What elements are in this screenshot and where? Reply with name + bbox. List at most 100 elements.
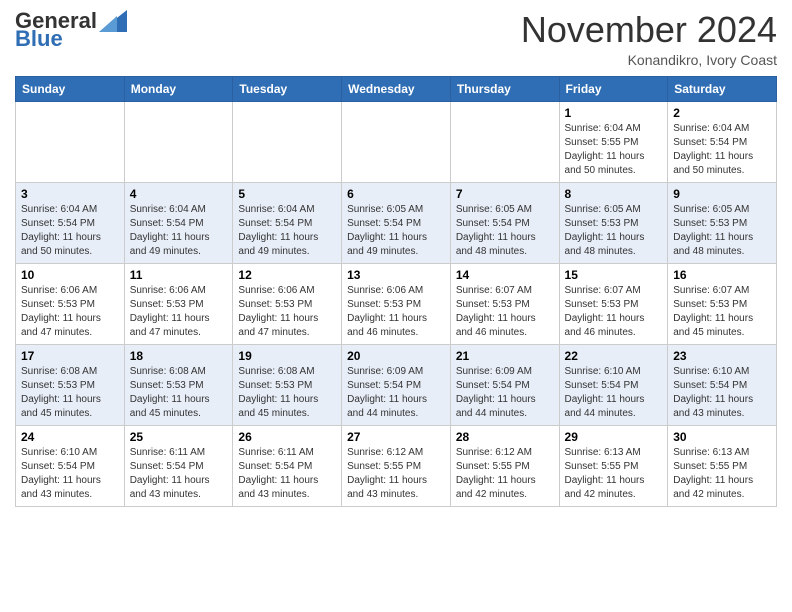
calendar-cell: 15Sunrise: 6:07 AM Sunset: 5:53 PM Dayli… (559, 263, 668, 344)
calendar-cell: 5 Sunrise: 6:04 AM Sunset: 5:54 PM Daylig… (233, 182, 342, 263)
calendar-cell: 28 Sunrise: 6:12 AM Sunset: 5:55 PM Dayli… (450, 425, 559, 506)
day-info: Sunrise: 6:10 AM Sunset: 5:54 PM Dayligh… (673, 365, 771, 421)
day-number: 3 (21, 187, 119, 201)
day-number: 4 (130, 187, 228, 201)
day-info: Sunrise: 6:05 AM Sunset: 5:53 PM Dayligh… (673, 203, 771, 259)
calendar-cell: 14 Sunrise: 6:07 AM Sunset: 5:53 PM Dayli… (450, 263, 559, 344)
day-number: 7 (456, 187, 554, 201)
day-info: Sunrise: 6:08 AM Sunset: 5:53 PM Dayligh… (238, 365, 336, 421)
calendar-cell: 24Sunrise: 6:10 AM Sunset: 5:54 PM Dayli… (16, 425, 125, 506)
calendar-cell: 22 Sunrise: 6:10 AM Sunset: 5:54 PM Dayli… (559, 344, 668, 425)
week-row-2: 3 Sunrise: 6:04 AM Sunset: 5:54 PM Daylig… (16, 182, 777, 263)
day-info: Sunrise: 6:08 AM Sunset: 5:53 PM Dayligh… (21, 365, 119, 421)
weekday-header-monday: Monday (124, 76, 233, 101)
day-number: 10 (21, 268, 119, 282)
calendar-cell: 4Sunrise: 6:04 AM Sunset: 5:54 PM Daylig… (124, 182, 233, 263)
calendar-cell: 3 Sunrise: 6:04 AM Sunset: 5:54 PM Daylig… (16, 182, 125, 263)
month-title: November 2024 (521, 10, 777, 50)
day-number: 11 (130, 268, 228, 282)
weekday-header-wednesday: Wednesday (342, 76, 451, 101)
day-info: Sunrise: 6:04 AM Sunset: 5:54 PM Dayligh… (21, 203, 119, 259)
day-number: 6 (347, 187, 445, 201)
day-number: 23 (673, 349, 771, 363)
calendar-table: SundayMondayTuesdayWednesdayThursdayFrid… (15, 76, 777, 507)
calendar-cell: 8 Sunrise: 6:05 AM Sunset: 5:53 PM Daylig… (559, 182, 668, 263)
weekday-header-friday: Friday (559, 76, 668, 101)
weekday-header-sunday: Sunday (16, 76, 125, 101)
day-info: Sunrise: 6:06 AM Sunset: 5:53 PM Dayligh… (130, 284, 228, 340)
day-number: 30 (673, 430, 771, 444)
week-row-4: 17 Sunrise: 6:08 AM Sunset: 5:53 PM Dayli… (16, 344, 777, 425)
calendar-cell (342, 101, 451, 182)
calendar-cell: 6Sunrise: 6:05 AM Sunset: 5:54 PM Daylig… (342, 182, 451, 263)
day-info: Sunrise: 6:12 AM Sunset: 5:55 PM Dayligh… (456, 446, 554, 502)
day-info: Sunrise: 6:13 AM Sunset: 5:55 PM Dayligh… (673, 446, 771, 502)
weekday-header-row: SundayMondayTuesdayWednesdayThursdayFrid… (16, 76, 777, 101)
calendar-cell: 12 Sunrise: 6:06 AM Sunset: 5:53 PM Dayli… (233, 263, 342, 344)
week-row-5: 24Sunrise: 6:10 AM Sunset: 5:54 PM Dayli… (16, 425, 777, 506)
day-number: 24 (21, 430, 119, 444)
day-info: Sunrise: 6:07 AM Sunset: 5:53 PM Dayligh… (673, 284, 771, 340)
logo-blue-text: Blue (15, 26, 63, 52)
calendar-cell: 29 Sunrise: 6:13 AM Sunset: 5:55 PM Dayli… (559, 425, 668, 506)
calendar-cell: 27Sunrise: 6:12 AM Sunset: 5:55 PM Dayli… (342, 425, 451, 506)
day-info: Sunrise: 6:07 AM Sunset: 5:53 PM Dayligh… (565, 284, 663, 340)
day-number: 8 (565, 187, 663, 201)
calendar-cell: 7 Sunrise: 6:05 AM Sunset: 5:54 PM Daylig… (450, 182, 559, 263)
calendar-cell: 9 Sunrise: 6:05 AM Sunset: 5:53 PM Daylig… (668, 182, 777, 263)
calendar-cell: 21Sunrise: 6:09 AM Sunset: 5:54 PM Dayli… (450, 344, 559, 425)
day-number: 14 (456, 268, 554, 282)
page: General Blue November 2024 Konandikro, I… (0, 0, 792, 522)
weekday-header-saturday: Saturday (668, 76, 777, 101)
day-info: Sunrise: 6:04 AM Sunset: 5:54 PM Dayligh… (238, 203, 336, 259)
weekday-header-thursday: Thursday (450, 76, 559, 101)
day-number: 29 (565, 430, 663, 444)
day-info: Sunrise: 6:09 AM Sunset: 5:54 PM Dayligh… (347, 365, 445, 421)
calendar-cell: 20Sunrise: 6:09 AM Sunset: 5:54 PM Dayli… (342, 344, 451, 425)
day-number: 25 (130, 430, 228, 444)
day-info: Sunrise: 6:05 AM Sunset: 5:53 PM Dayligh… (565, 203, 663, 259)
day-info: Sunrise: 6:10 AM Sunset: 5:54 PM Dayligh… (565, 365, 663, 421)
day-info: Sunrise: 6:05 AM Sunset: 5:54 PM Dayligh… (456, 203, 554, 259)
calendar-cell: 18 Sunrise: 6:08 AM Sunset: 5:53 PM Dayli… (124, 344, 233, 425)
logo-area: General Blue (15, 10, 127, 52)
day-number: 21 (456, 349, 554, 363)
day-info: Sunrise: 6:11 AM Sunset: 5:54 PM Dayligh… (238, 446, 336, 502)
calendar-cell: 11 Sunrise: 6:06 AM Sunset: 5:53 PM Dayli… (124, 263, 233, 344)
day-info: Sunrise: 6:04 AM Sunset: 5:54 PM Dayligh… (673, 122, 771, 178)
calendar-cell: 2 Sunrise: 6:04 AM Sunset: 5:54 PM Daylig… (668, 101, 777, 182)
day-info: Sunrise: 6:13 AM Sunset: 5:55 PM Dayligh… (565, 446, 663, 502)
logo-icon (99, 10, 127, 32)
day-info: Sunrise: 6:06 AM Sunset: 5:53 PM Dayligh… (21, 284, 119, 340)
day-info: Sunrise: 6:11 AM Sunset: 5:54 PM Dayligh… (130, 446, 228, 502)
day-number: 18 (130, 349, 228, 363)
day-info: Sunrise: 6:04 AM Sunset: 5:55 PM Dayligh… (565, 122, 663, 178)
header: General Blue November 2024 Konandikro, I… (15, 10, 777, 68)
calendar-cell: 13 Sunrise: 6:06 AM Sunset: 5:53 PM Dayli… (342, 263, 451, 344)
calendar-cell: 10 Sunrise: 6:06 AM Sunset: 5:53 PM Dayli… (16, 263, 125, 344)
calendar-cell (450, 101, 559, 182)
location-subtitle: Konandikro, Ivory Coast (521, 52, 777, 68)
day-number: 28 (456, 430, 554, 444)
day-number: 16 (673, 268, 771, 282)
calendar-cell: 30 Sunrise: 6:13 AM Sunset: 5:55 PM Dayli… (668, 425, 777, 506)
day-info: Sunrise: 6:07 AM Sunset: 5:53 PM Dayligh… (456, 284, 554, 340)
calendar-cell: 16 Sunrise: 6:07 AM Sunset: 5:53 PM Dayli… (668, 263, 777, 344)
day-number: 5 (238, 187, 336, 201)
day-number: 2 (673, 106, 771, 120)
day-number: 22 (565, 349, 663, 363)
day-number: 17 (21, 349, 119, 363)
calendar-cell: 17 Sunrise: 6:08 AM Sunset: 5:53 PM Dayli… (16, 344, 125, 425)
title-area: November 2024 Konandikro, Ivory Coast (521, 10, 777, 68)
day-number: 19 (238, 349, 336, 363)
day-number: 9 (673, 187, 771, 201)
calendar-cell: 25 Sunrise: 6:11 AM Sunset: 5:54 PM Dayli… (124, 425, 233, 506)
day-info: Sunrise: 6:12 AM Sunset: 5:55 PM Dayligh… (347, 446, 445, 502)
day-number: 12 (238, 268, 336, 282)
day-info: Sunrise: 6:08 AM Sunset: 5:53 PM Dayligh… (130, 365, 228, 421)
day-info: Sunrise: 6:06 AM Sunset: 5:53 PM Dayligh… (238, 284, 336, 340)
day-number: 13 (347, 268, 445, 282)
day-info: Sunrise: 6:06 AM Sunset: 5:53 PM Dayligh… (347, 284, 445, 340)
week-row-1: 1Sunrise: 6:04 AM Sunset: 5:55 PM Daylig… (16, 101, 777, 182)
weekday-header-tuesday: Tuesday (233, 76, 342, 101)
